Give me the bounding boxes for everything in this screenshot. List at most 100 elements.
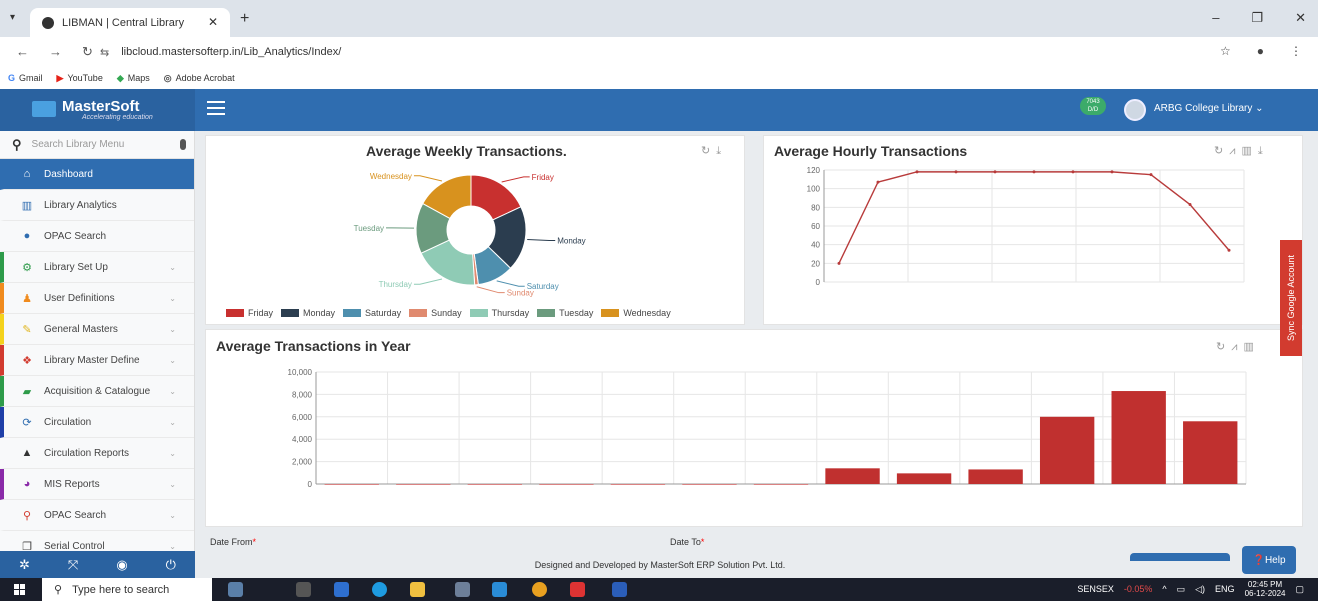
pie-label: Monday <box>557 236 585 245</box>
bar <box>753 484 809 485</box>
line-chart-icon[interactable]: ⩘ <box>1231 341 1243 353</box>
volume-icon[interactable]: ◁) <box>1195 584 1205 595</box>
url-field[interactable]: ⇆ libcloud.mastersofterp.in/Lib_Analytic… <box>100 41 1190 63</box>
window-controls: – ❐ ✕ <box>1212 10 1306 26</box>
browser-tab[interactable]: LIBMAN | Central Library ✕ <box>30 8 230 37</box>
chevron-down-icon: ⌄ <box>169 324 176 334</box>
brand-logo[interactable]: MasterSoft Accelerating education <box>0 89 195 131</box>
language-indicator[interactable]: ENG <box>1215 584 1235 594</box>
sidebar-item-library-master-define[interactable]: ❖ Library Master Define ⌄ <box>0 345 194 376</box>
legend-item-wednesday[interactable]: Wednesday <box>601 308 671 318</box>
sidebar-item-library-set-up[interactable]: ⚙ Library Set Up ⌄ <box>0 252 194 283</box>
line-chart-icon[interactable]: ⩘ <box>1229 145 1241 157</box>
close-tab-icon[interactable]: ✕ <box>208 15 218 29</box>
sync-google-account-button[interactable]: Sync Google Account <box>1280 240 1302 356</box>
sidebar-footer-toolbar: ✲ ⤧ ◉ ⏻ <box>0 551 195 578</box>
minimize-icon[interactable]: – <box>1212 10 1219 26</box>
refresh-icon[interactable]: ↻ <box>1214 145 1229 157</box>
pie-label: Wednesday <box>370 172 412 181</box>
sidebar-search[interactable]: ⚲ Search Library Menu <box>0 131 194 159</box>
site-info-icon[interactable]: ⇆ <box>100 46 109 59</box>
search-icon: ⚲ <box>22 509 32 522</box>
hourly-line-chart: 0 20 40 60 80 100 120 <box>807 166 1245 287</box>
menu-dots-icon[interactable]: ⋮ <box>1290 44 1302 58</box>
task-view-icon[interactable] <box>296 582 311 597</box>
user-menu[interactable]: ARBG College Library ⌄ <box>1154 103 1264 114</box>
store-icon[interactable] <box>455 582 470 597</box>
bookmark-star-icon[interactable]: ☆ <box>1220 44 1231 58</box>
restore-icon[interactable]: ❐ <box>1251 10 1263 26</box>
legend-item-sunday[interactable]: Sunday <box>409 308 462 318</box>
sidebar-item-user-definitions[interactable]: ♟ User Definitions ⌄ <box>0 283 194 314</box>
fullscreen-icon[interactable]: ⤧ <box>68 557 78 573</box>
y-tick-label: 0 <box>816 278 821 287</box>
sensex-label[interactable]: SENSEX <box>1077 584 1114 594</box>
bookmark-gmail[interactable]: G Gmail <box>8 73 43 83</box>
acrobat-icon[interactable] <box>570 582 585 597</box>
bookmark-youtube[interactable]: ▶ YouTube <box>57 73 103 84</box>
notification-badge[interactable]: 7043 D/D <box>1080 97 1106 115</box>
sidebar-item-dashboard[interactable]: ⌂ Dashboard <box>0 159 194 190</box>
chrome-icon[interactable] <box>532 582 547 597</box>
sidebar-item-opac-search-2[interactable]: ⚲ OPAC Search ⌄ <box>0 500 194 531</box>
forward-icon[interactable]: → <box>49 44 62 60</box>
help-button[interactable]: ❓ Help <box>1242 546 1296 574</box>
bookmark-acrobat[interactable]: ◎ Adobe Acrobat <box>164 73 235 84</box>
menu-toggle-icon[interactable] <box>207 101 225 115</box>
sidebar-item-acquisition-catalogue[interactable]: ▰ Acquisition & Catalogue ⌄ <box>0 376 194 407</box>
sidebar-item-general-masters[interactable]: ✎ General Masters ⌄ <box>0 314 194 345</box>
power-icon[interactable]: ⏻ <box>166 557 176 573</box>
bar <box>396 484 451 485</box>
eye-slash-icon[interactable]: ◉ <box>116 557 127 573</box>
close-window-icon[interactable]: ✕ <box>1295 10 1306 26</box>
avatar[interactable] <box>1124 99 1146 121</box>
line-point <box>1149 173 1153 177</box>
weather-icon[interactable] <box>228 582 243 597</box>
download-icon[interactable]: ⤓ <box>1258 145 1269 157</box>
bookmark-maps[interactable]: ◆ Maps <box>117 73 150 84</box>
edge-icon[interactable] <box>372 582 387 597</box>
bar-chart-icon[interactable]: ▥ <box>1243 341 1259 353</box>
microphone-icon[interactable] <box>180 139 186 150</box>
new-tab-icon[interactable]: + <box>240 10 249 28</box>
tab-title: LIBMAN | Central Library <box>62 16 185 29</box>
line-point <box>915 170 919 174</box>
submit-button[interactable] <box>1130 553 1230 561</box>
pie-label-line <box>476 286 505 294</box>
back-icon[interactable]: ← <box>16 44 29 60</box>
notifications-icon[interactable]: ▢ <box>1295 584 1304 595</box>
tray-chevron-icon[interactable]: ^ <box>1162 584 1166 594</box>
widgets-icon[interactable] <box>334 582 349 597</box>
clock[interactable]: 02:45 PM 06-12-2024 <box>1245 580 1286 598</box>
sidebar-item-circulation-reports[interactable]: ▲ Circulation Reports ⌄ <box>0 438 194 469</box>
legend-item-monday[interactable]: Monday <box>281 308 335 318</box>
help-icon: ❓ <box>1252 554 1265 566</box>
sidebar-item-opac-search[interactable]: ● OPAC Search <box>0 221 194 252</box>
legend-item-saturday[interactable]: Saturday <box>343 308 401 318</box>
bar-chart-icon[interactable]: ▥ <box>1241 145 1257 157</box>
legend-swatch <box>343 309 362 317</box>
legend-item-thursday[interactable]: Thursday <box>469 308 529 318</box>
sidebar-item-library-analytics[interactable]: ▥ Library Analytics <box>0 190 194 221</box>
tab-list-icon[interactable]: ▾ <box>10 12 15 23</box>
word-icon[interactable] <box>612 582 627 597</box>
edit-icon: ✎ <box>22 323 32 336</box>
sidebar-item-mis-reports[interactable]: ◕ MIS Reports ⌄ <box>0 469 194 500</box>
refresh-icon[interactable]: ↻ <box>1216 341 1231 353</box>
windows-start-icon[interactable] <box>14 584 25 595</box>
search-input[interactable]: Search Library Menu <box>32 139 125 150</box>
reload-icon[interactable]: ↻ <box>82 44 93 60</box>
legend-item-tuesday[interactable]: Tuesday <box>537 308 593 318</box>
legend-item-friday[interactable]: Friday <box>226 308 273 318</box>
taskbar-search[interactable]: ⚲ Type here to search <box>42 578 212 601</box>
bar <box>825 468 880 484</box>
mail-icon[interactable] <box>492 582 507 597</box>
legend-swatch <box>281 309 300 317</box>
network-icon[interactable]: ▭ <box>1177 584 1186 595</box>
chevron-down-icon: ⌄ <box>169 355 176 365</box>
file-explorer-icon[interactable] <box>410 582 425 597</box>
sidebar-item-circulation[interactable]: ⟳ Circulation ⌄ <box>0 407 194 438</box>
profile-icon[interactable]: ● <box>1257 44 1264 58</box>
pie-label: Friday <box>532 173 554 182</box>
settings-icon[interactable]: ✲ <box>19 557 30 573</box>
